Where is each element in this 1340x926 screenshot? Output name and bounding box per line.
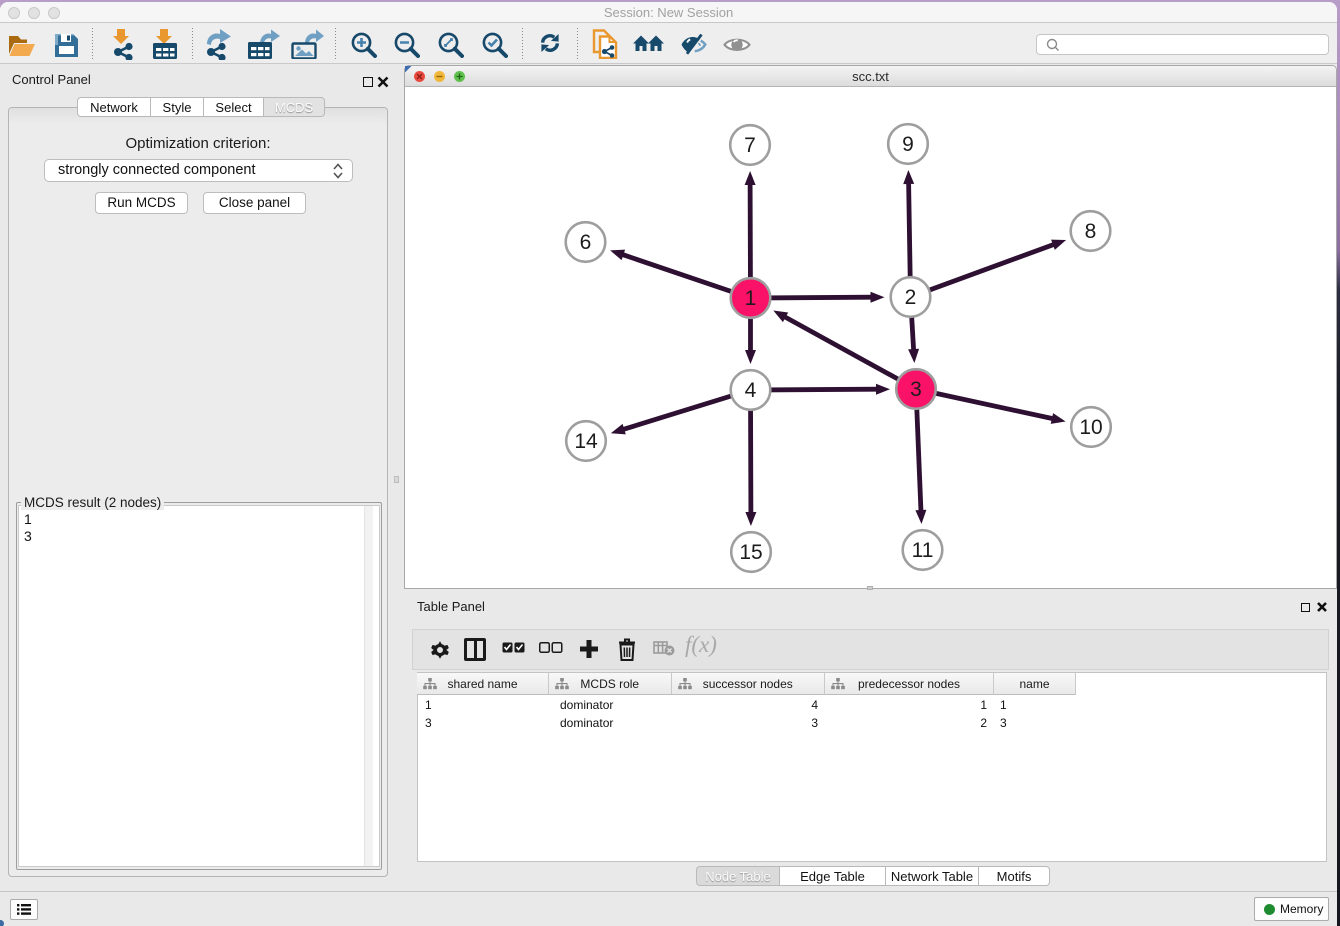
svg-text:10: 10 (1079, 416, 1102, 439)
svg-text:15: 15 (739, 541, 762, 564)
svg-text:1: 1 (745, 287, 757, 310)
svg-text:4: 4 (745, 379, 757, 402)
svg-text:3: 3 (910, 378, 922, 401)
svg-text:2: 2 (905, 286, 917, 309)
svg-text:7: 7 (744, 134, 756, 157)
svg-text:11: 11 (912, 539, 934, 562)
svg-text:14: 14 (574, 430, 598, 453)
svg-text:8: 8 (1085, 220, 1097, 243)
svg-text:6: 6 (580, 231, 592, 254)
svg-text:9: 9 (902, 133, 914, 156)
